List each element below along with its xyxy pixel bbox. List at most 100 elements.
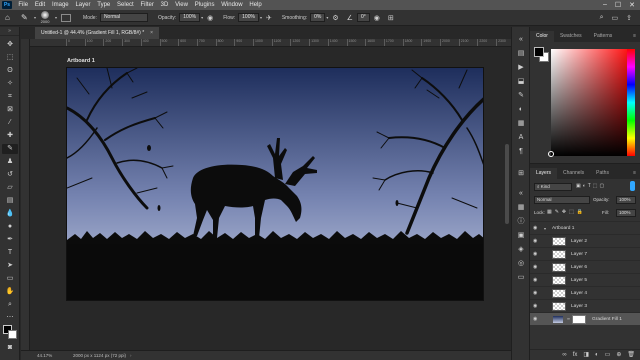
eyedropper-tool-icon[interactable]: ⁄ bbox=[2, 118, 18, 128]
flow-field[interactable]: 100% bbox=[238, 13, 259, 22]
dodge-tool-icon[interactable]: ● bbox=[2, 222, 18, 232]
swatches-panel-icon[interactable]: ▦ bbox=[515, 203, 527, 213]
add-mask-icon[interactable]: ◨ bbox=[583, 350, 589, 360]
artboard-canvas[interactable] bbox=[66, 67, 484, 301]
symmetry-icon[interactable]: ⊞ bbox=[388, 14, 394, 22]
blur-tool-icon[interactable]: 💧 bbox=[2, 209, 18, 219]
lasso-tool-icon[interactable]: ʘ bbox=[2, 66, 18, 76]
more-tools-icon[interactable]: ⋯ bbox=[2, 313, 18, 323]
path-select-tool-icon[interactable]: ➤ bbox=[2, 261, 18, 271]
actions-panel-icon[interactable]: ▶ bbox=[515, 63, 527, 73]
libraries-panel-icon[interactable]: ▦ bbox=[515, 119, 527, 129]
menu-3d[interactable]: 3D bbox=[157, 2, 171, 8]
visibility-eye-icon[interactable]: ◉ bbox=[533, 251, 537, 257]
history-panel-icon[interactable]: ▤ bbox=[515, 49, 527, 59]
blend-mode-select[interactable]: Normal bbox=[534, 196, 590, 204]
frame-tool-icon[interactable]: ⊠ bbox=[2, 105, 18, 115]
menu-filter[interactable]: Filter bbox=[137, 2, 157, 8]
character-panel-icon[interactable]: A bbox=[515, 133, 527, 143]
visibility-eye-icon[interactable]: ◉ bbox=[533, 303, 537, 309]
tab-patterns[interactable]: Patterns bbox=[588, 31, 619, 42]
adjustment-layer-icon[interactable]: ◐ bbox=[595, 350, 599, 360]
menu-window[interactable]: Window bbox=[218, 2, 246, 8]
share-icon[interactable]: ⇪ bbox=[626, 14, 632, 22]
zoom-tool-icon[interactable]: ⌕ bbox=[2, 300, 18, 310]
type-tool-icon[interactable]: T bbox=[2, 248, 18, 258]
timeline-panel-icon[interactable]: ◎ bbox=[515, 259, 527, 269]
crop-tool-icon[interactable]: ⌗ bbox=[2, 92, 18, 102]
layer-row[interactable]: ◉ Layer 2 bbox=[530, 234, 640, 247]
layer-row-selected[interactable]: ◉ ∞ Gradient Fill 1 bbox=[530, 312, 640, 325]
pressure-opacity-icon[interactable]: ◉ bbox=[207, 14, 213, 22]
layer-filter-select[interactable]: ⌕ Kind bbox=[534, 183, 572, 191]
panel-grip[interactable]: » bbox=[0, 27, 19, 36]
visibility-eye-icon[interactable]: ◉ bbox=[533, 316, 537, 322]
brush-preset-picker[interactable]: 2000 bbox=[36, 11, 54, 24]
gradient-tool-icon[interactable]: ▤ bbox=[2, 196, 18, 206]
smoothing-settings-icon[interactable]: ⚙ bbox=[332, 14, 338, 22]
stamp-tool-icon[interactable]: ♟ bbox=[2, 157, 18, 167]
vertical-scrollbar[interactable] bbox=[503, 48, 511, 350]
visibility-eye-icon[interactable]: ◉ bbox=[533, 225, 537, 231]
rectangle-tool-icon[interactable]: ▭ bbox=[2, 274, 18, 284]
panel-menu-icon[interactable]: ≡ bbox=[633, 31, 640, 42]
horizontal-ruler[interactable]: 0 100 200 300 400 500 600 700 800 900 1000 1100 1200… bbox=[30, 39, 511, 47]
new-layer-icon[interactable]: ⊕ bbox=[616, 350, 621, 360]
layer-row[interactable]: ◉ Layer 5 bbox=[530, 273, 640, 286]
search-icon[interactable]: ⌕ bbox=[600, 14, 604, 22]
panel-menu-icon[interactable]: ≡ bbox=[633, 168, 640, 179]
properties-panel-icon[interactable]: ⬓ bbox=[515, 77, 527, 87]
paragraph-panel-icon[interactable]: ¶ bbox=[515, 147, 527, 157]
visibility-eye-icon[interactable]: ◉ bbox=[533, 264, 537, 270]
layer-group-artboard[interactable]: ◉ ▾ Artboard 1 bbox=[530, 221, 640, 234]
pen-tool-icon[interactable]: ✒ bbox=[2, 235, 18, 245]
visibility-eye-icon[interactable]: ◉ bbox=[533, 290, 537, 296]
menu-view[interactable]: View bbox=[172, 2, 192, 8]
menu-help[interactable]: Help bbox=[246, 2, 265, 8]
panel-grip-icon[interactable]: « bbox=[515, 35, 527, 45]
hand-tool-icon[interactable]: ✋ bbox=[2, 287, 18, 297]
info-panel-icon[interactable]: ⓘ bbox=[515, 217, 527, 227]
layer-comps-panel-icon[interactable]: ◈ bbox=[515, 245, 527, 255]
navigator-panel-icon[interactable]: ▣ bbox=[515, 231, 527, 241]
adjustments-panel-icon[interactable]: ◐ bbox=[515, 105, 527, 115]
color-picker-cursor[interactable] bbox=[548, 151, 554, 157]
opacity-field[interactable]: 100% bbox=[179, 13, 201, 22]
close-icon[interactable]: ✕ bbox=[629, 1, 635, 9]
visibility-eye-icon[interactable]: ◉ bbox=[533, 238, 537, 244]
filter-toggle[interactable] bbox=[630, 181, 635, 191]
vertical-ruler[interactable] bbox=[21, 39, 30, 350]
menu-image[interactable]: Image bbox=[49, 2, 72, 8]
menu-select[interactable]: Select bbox=[114, 2, 137, 8]
quick-mask-icon[interactable]: ◙ bbox=[2, 343, 18, 353]
link-layers-icon[interactable]: ∞ bbox=[562, 350, 566, 360]
eraser-tool-icon[interactable]: ▱ bbox=[2, 183, 18, 193]
layer-row[interactable]: ◉ Layer 7 bbox=[530, 247, 640, 260]
brushes-panel-icon[interactable]: ✎ bbox=[515, 91, 527, 101]
quick-select-tool-icon[interactable]: ✧ bbox=[2, 79, 18, 89]
link-icon[interactable]: ∞ bbox=[567, 316, 570, 321]
tab-channels[interactable]: Channels bbox=[557, 168, 590, 179]
workspace-icon[interactable]: ▭ bbox=[612, 14, 619, 22]
new-group-icon[interactable]: ▭ bbox=[605, 350, 611, 360]
artboard-label[interactable]: Artboard 1 bbox=[67, 58, 95, 64]
layer-opacity-field[interactable]: 100% bbox=[616, 196, 636, 204]
hue-slider[interactable] bbox=[627, 49, 635, 156]
layer-mask-thumbnail[interactable] bbox=[572, 315, 586, 324]
move-tool-icon[interactable]: ✥ bbox=[2, 40, 18, 50]
notes-panel-icon[interactable]: ▭ bbox=[515, 273, 527, 283]
foreground-color-swatch[interactable] bbox=[534, 47, 544, 57]
minimize-icon[interactable]: – bbox=[603, 1, 607, 9]
maximize-icon[interactable]: ☐ bbox=[615, 1, 621, 9]
tab-paths[interactable]: Paths bbox=[590, 168, 615, 179]
brush-tool-icon[interactable]: ✎ bbox=[21, 13, 33, 22]
menu-plugins[interactable]: Plugins bbox=[191, 2, 217, 8]
chevron-down-icon[interactable]: ▾ bbox=[326, 15, 328, 20]
scroll-thumb[interactable] bbox=[505, 144, 509, 224]
healing-tool-icon[interactable]: ✚ bbox=[2, 131, 18, 141]
brush-settings-icon[interactable] bbox=[61, 13, 72, 22]
pressure-size-icon[interactable]: ◉ bbox=[374, 14, 380, 22]
document-tab[interactable]: Untitled-1 @ 44.4% (Gradient Fill 1, RGB… bbox=[35, 27, 160, 39]
status-menu-arrow[interactable]: › bbox=[130, 353, 132, 358]
color-swatches[interactable] bbox=[3, 325, 17, 339]
